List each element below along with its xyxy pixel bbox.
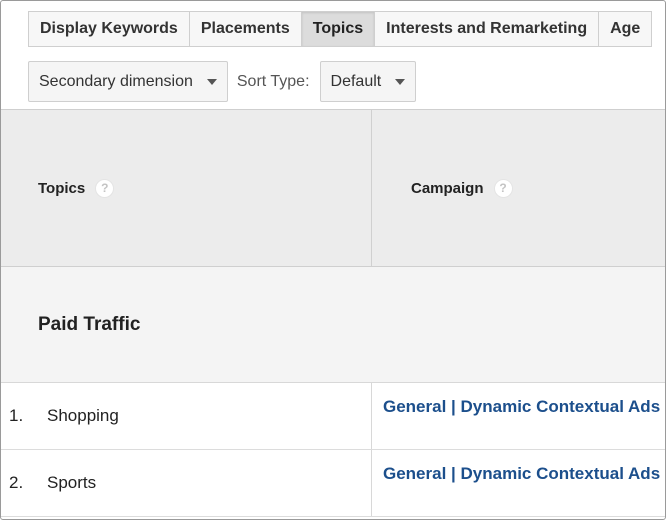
column-header-label: Topics bbox=[38, 179, 86, 197]
help-icon[interactable]: ? bbox=[95, 178, 115, 198]
campaign-link[interactable]: General | Dynamic Contextual Ads bbox=[383, 463, 663, 485]
table-row: 1. Shopping General | Dynamic Contextual… bbox=[1, 383, 665, 450]
table-row: 2. Sports General | Dynamic Contextual A… bbox=[1, 450, 665, 517]
column-header-campaign[interactable]: Campaign ? bbox=[411, 110, 513, 266]
secondary-dimension-dropdown[interactable]: Secondary dimension bbox=[28, 61, 228, 102]
table-header: Topics ? Campaign ? bbox=[1, 109, 665, 267]
row-topic: Shopping bbox=[47, 406, 119, 425]
table-controls: Secondary dimension Sort Type: Default bbox=[28, 61, 417, 102]
sort-type-label: Sort Type: bbox=[236, 72, 310, 90]
row-topic: Sports bbox=[47, 473, 97, 492]
row-number: 1. bbox=[9, 406, 24, 425]
column-divider bbox=[371, 110, 372, 266]
tab-placements[interactable]: Placements bbox=[189, 12, 302, 46]
chevron-down-icon bbox=[395, 78, 406, 85]
dimension-tabs: Display Keywords Placements Topics Inter… bbox=[28, 11, 653, 47]
report-frame: Display Keywords Placements Topics Inter… bbox=[0, 0, 666, 520]
column-divider bbox=[371, 383, 372, 449]
section-paid-traffic: Paid Traffic bbox=[1, 267, 665, 383]
tab-topics[interactable]: Topics bbox=[301, 12, 376, 46]
column-header-label: Campaign bbox=[411, 179, 484, 197]
row-number: 2. bbox=[9, 473, 24, 492]
sort-type-value: Default bbox=[330, 72, 382, 90]
sort-type-dropdown[interactable]: Default bbox=[319, 61, 417, 102]
help-icon[interactable]: ? bbox=[493, 178, 513, 198]
section-title: Paid Traffic bbox=[38, 313, 141, 335]
column-divider bbox=[371, 450, 372, 516]
chevron-down-icon bbox=[206, 78, 217, 85]
tab-age[interactable]: Age bbox=[599, 12, 653, 46]
secondary-dimension-label: Secondary dimension bbox=[39, 72, 193, 90]
column-header-topics[interactable]: Topics ? bbox=[38, 110, 115, 266]
tab-interests-and-remarketing[interactable]: Interests and Remarketing bbox=[375, 12, 600, 46]
tab-display-keywords[interactable]: Display Keywords bbox=[29, 12, 190, 46]
campaign-link[interactable]: General | Dynamic Contextual Ads bbox=[383, 396, 663, 418]
